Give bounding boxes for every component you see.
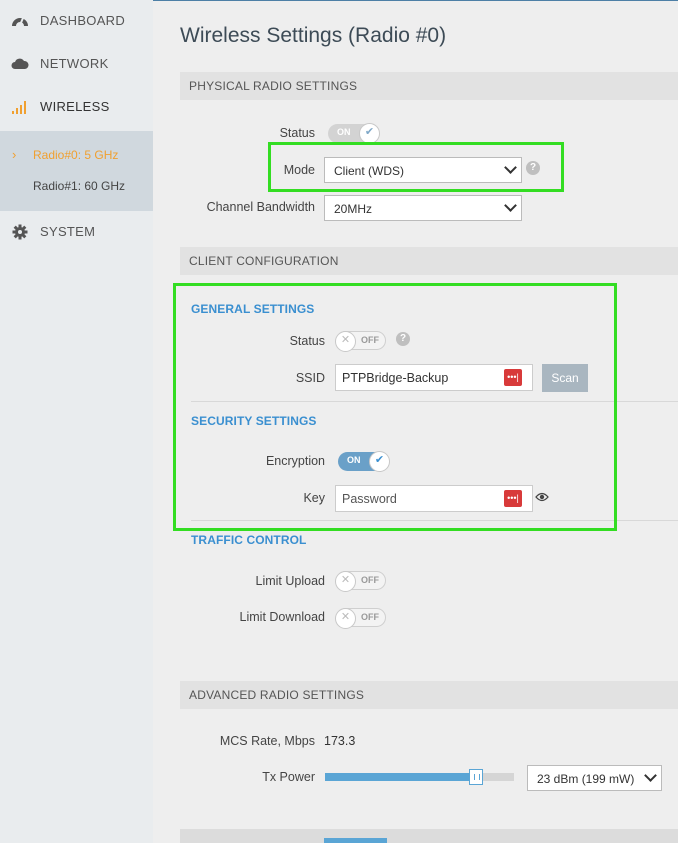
cloud-icon	[11, 58, 29, 69]
highlight-client-box	[173, 283, 617, 531]
mcs-rate-label: MCS Rate, Mbps	[219, 734, 315, 748]
sidebar-item-label: NETWORK	[40, 56, 109, 71]
x-icon: ✕	[340, 574, 351, 586]
dashboard-gauge-icon	[12, 17, 28, 26]
section-heading: ADVANCED RADIO SETTINGS	[189, 688, 365, 702]
tx-power-slider-handle[interactable]	[469, 769, 484, 785]
limit-download-label: Limit Download	[239, 610, 325, 624]
tx-power-label: Tx Power	[262, 770, 315, 784]
bandwidth-value: 20MHz	[334, 202, 373, 216]
chevron-right-icon: ›	[12, 147, 17, 162]
x-icon: ✕	[340, 611, 351, 623]
toggle-knob: ✕	[335, 608, 356, 629]
sidebar-subitem-radio1[interactable]: Radio#1: 60 GHz	[0, 172, 153, 200]
section-advanced-radio: ADVANCED RADIO SETTINGS	[180, 681, 678, 709]
sidebar-item-label: WIRELESS	[40, 99, 110, 114]
wireless-submenu: › Radio#0: 5 GHz Radio#1: 60 GHz	[0, 131, 153, 211]
sidebar-item-label: SYSTEM	[40, 224, 96, 239]
status-label: Status	[279, 126, 315, 140]
section-client-configuration: CLIENT CONFIGURATION	[180, 247, 678, 275]
traffic-control-heading: TRAFFIC CONTROL	[191, 533, 307, 547]
toggle-text: OFF	[361, 612, 379, 622]
toggle-text: OFF	[361, 575, 379, 585]
toggle-text: ON	[337, 127, 351, 137]
toggle-knob: ✔	[359, 123, 380, 144]
top-border	[153, 0, 678, 1]
sidebar-item-label: DASHBOARD	[40, 13, 126, 28]
tx-power-value: 23 dBm (199 mW)	[537, 772, 635, 786]
limit-download-toggle[interactable]: OFF ✕	[335, 608, 386, 629]
next-section-bar	[180, 829, 678, 843]
sidebar-item-wireless[interactable]: WIRELESS	[0, 86, 153, 128]
sidebar-item-network[interactable]: NETWORK	[0, 43, 153, 85]
chevron-down-icon	[504, 199, 517, 212]
signal-bars-icon	[12, 101, 26, 114]
chevron-down-icon	[644, 769, 657, 782]
gear-icon	[12, 224, 28, 240]
section-heading: PHYSICAL RADIO SETTINGS	[189, 79, 358, 93]
save-button-partial[interactable]	[324, 838, 387, 843]
mcs-rate-value: 173.3	[324, 734, 356, 748]
channel-bandwidth-label: Channel Bandwidth	[206, 200, 315, 214]
sidebar-item-dashboard[interactable]: DASHBOARD	[0, 0, 153, 42]
sidebar-subitem-radio0[interactable]: › Radio#0: 5 GHz	[0, 141, 153, 169]
sidebar: DASHBOARD NETWORK WIRELESS › Radio#0: 5 …	[0, 0, 153, 843]
subitem-label: Radio#1: 60 GHz	[33, 179, 126, 193]
highlight-mode-box	[268, 142, 564, 192]
channel-bandwidth-select[interactable]: 20MHz	[324, 195, 522, 221]
page-title: Wireless Settings (Radio #0)	[180, 24, 447, 47]
section-heading: CLIENT CONFIGURATION	[189, 254, 339, 268]
limit-upload-toggle[interactable]: OFF ✕	[335, 571, 386, 592]
toggle-knob: ✕	[335, 571, 356, 592]
radio-status-toggle[interactable]: ON ✔	[328, 123, 380, 144]
tx-power-select[interactable]: 23 dBm (199 mW)	[527, 765, 662, 791]
subitem-label: Radio#0: 5 GHz	[33, 148, 119, 162]
tx-power-slider-fill	[325, 773, 477, 781]
limit-upload-label: Limit Upload	[255, 574, 325, 588]
sidebar-item-system[interactable]: SYSTEM	[0, 211, 153, 253]
section-physical-radio: PHYSICAL RADIO SETTINGS	[180, 72, 678, 100]
check-icon: ✔	[364, 126, 375, 138]
